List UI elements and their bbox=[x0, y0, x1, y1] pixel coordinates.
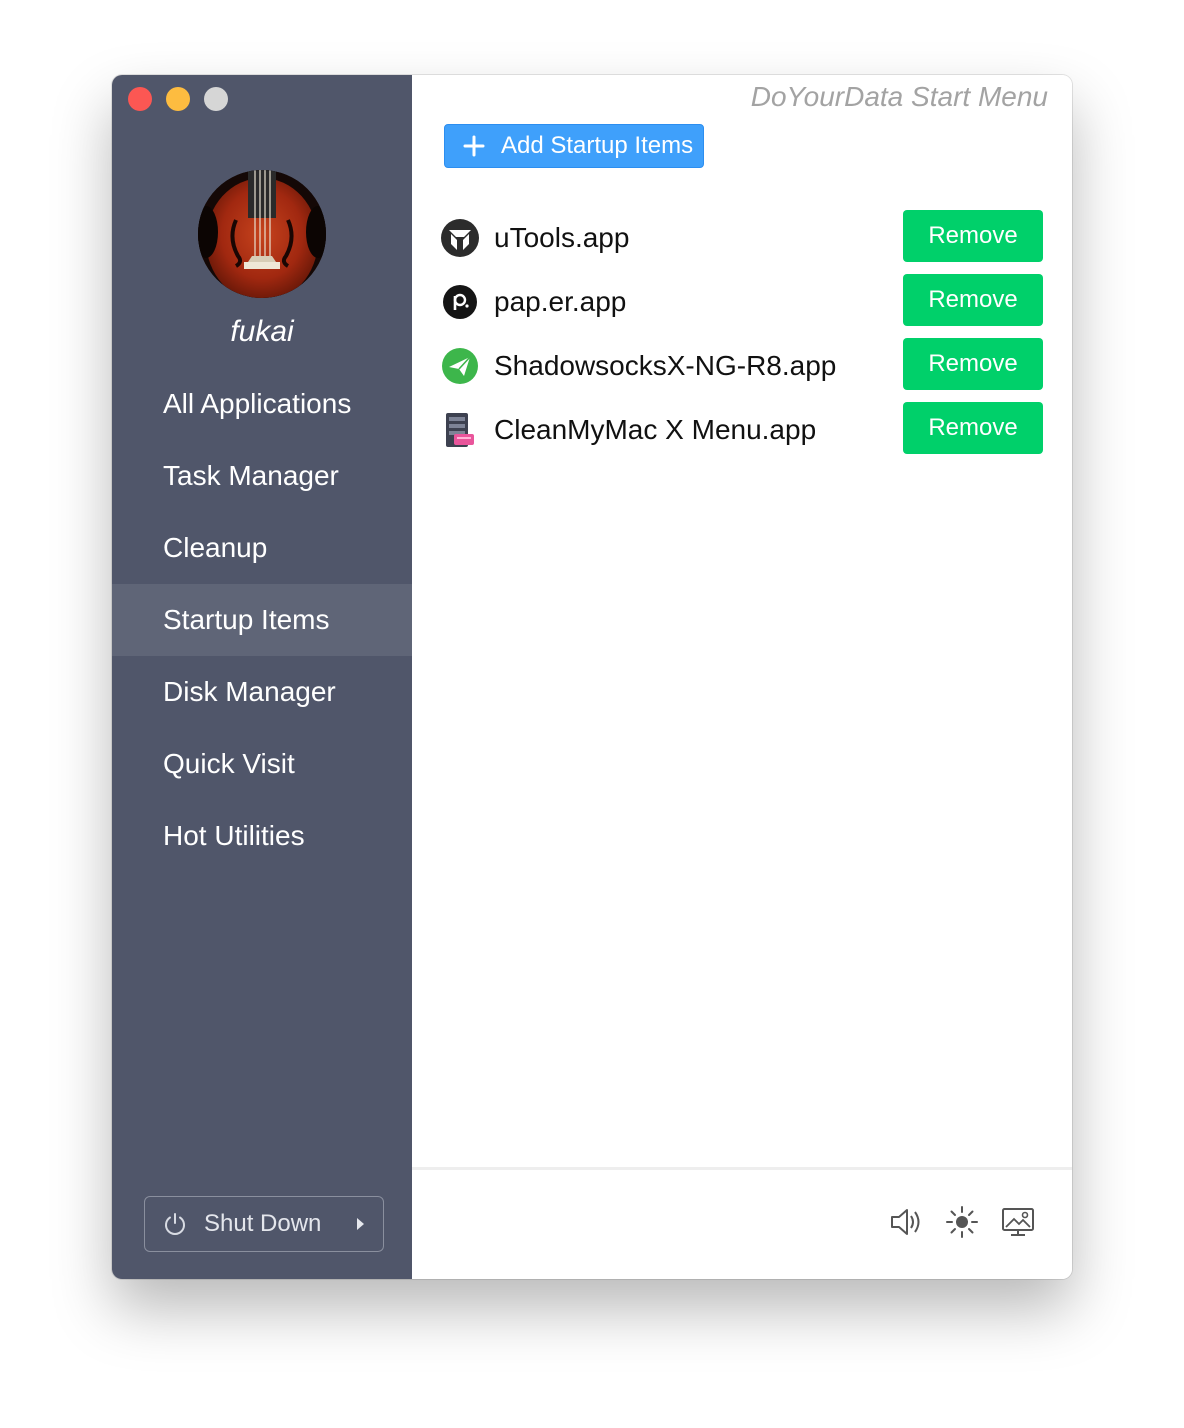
avatar[interactable] bbox=[198, 170, 326, 298]
shut-down-label: Shut Down bbox=[204, 1210, 322, 1237]
volume-icon[interactable] bbox=[888, 1204, 924, 1240]
startup-item-row: ShadowsocksX-NG-R8.app Remove bbox=[440, 338, 1044, 402]
main-panel: DoYourData Start Menu Add Startup Items bbox=[412, 75, 1072, 1279]
paper-icon bbox=[440, 282, 480, 322]
footer-toolbar bbox=[888, 1204, 1036, 1240]
username: fukai bbox=[230, 315, 294, 348]
startup-item-row: CleanMyMac X Menu.app Remove bbox=[440, 402, 1044, 466]
cleanmymac-icon bbox=[440, 410, 480, 450]
violin-avatar-icon bbox=[198, 170, 326, 298]
startup-item-name: uTools.app bbox=[494, 222, 630, 253]
sidebar-item-hot-utilities[interactable]: Hot Utilities bbox=[112, 800, 412, 872]
footer-divider bbox=[412, 1167, 1072, 1170]
startup-item-row: uTools.app Remove bbox=[440, 210, 1044, 274]
sidebar-item-task-manager[interactable]: Task Manager bbox=[112, 440, 412, 512]
startup-item-row: pap.er.app Remove bbox=[440, 274, 1044, 338]
sidebar-item-cleanup[interactable]: Cleanup bbox=[112, 512, 412, 584]
add-startup-items-button[interactable]: Add Startup Items bbox=[444, 124, 704, 168]
sidebar-item-all-applications[interactable]: All Applications bbox=[112, 368, 412, 440]
brightness-icon[interactable] bbox=[944, 1204, 980, 1240]
add-startup-items-label: Add Startup Items bbox=[501, 132, 694, 159]
shut-down-button[interactable]: Shut Down bbox=[144, 1196, 384, 1252]
display-icon[interactable] bbox=[1000, 1204, 1036, 1240]
utools-icon bbox=[440, 218, 480, 258]
app-brand-title: DoYourData Start Menu bbox=[750, 81, 1048, 112]
sidebar-item-quick-visit[interactable]: Quick Visit bbox=[112, 728, 412, 800]
caret-right-icon bbox=[355, 1217, 365, 1231]
startup-item-name: CleanMyMac X Menu.app bbox=[494, 414, 817, 445]
remove-button[interactable]: Remove bbox=[903, 210, 1043, 262]
sidebar-item-startup-items[interactable]: Startup Items bbox=[112, 584, 412, 656]
startup-item-name: ShadowsocksX-NG-R8.app bbox=[494, 350, 837, 381]
remove-button[interactable]: Remove bbox=[903, 274, 1043, 326]
sidebar: fukai All Applications Task Manager Clea… bbox=[112, 75, 412, 1279]
remove-button[interactable]: Remove bbox=[903, 338, 1043, 390]
startup-items-list: uTools.app Remove pap.er.app Remove Shad… bbox=[440, 210, 1044, 466]
sidebar-nav: All Applications Task Manager Cleanup St… bbox=[112, 368, 412, 872]
startup-item-name: pap.er.app bbox=[494, 286, 627, 317]
remove-button[interactable]: Remove bbox=[903, 402, 1043, 454]
minimize-window-button[interactable] bbox=[166, 87, 190, 111]
plus-icon bbox=[463, 135, 485, 157]
power-icon bbox=[162, 1211, 188, 1237]
app-window: fukai All Applications Task Manager Clea… bbox=[112, 75, 1072, 1279]
window-controls bbox=[128, 87, 228, 111]
close-window-button[interactable] bbox=[128, 87, 152, 111]
sidebar-item-disk-manager[interactable]: Disk Manager bbox=[112, 656, 412, 728]
zoom-window-button[interactable] bbox=[204, 87, 228, 111]
paper-plane-icon bbox=[440, 346, 480, 386]
